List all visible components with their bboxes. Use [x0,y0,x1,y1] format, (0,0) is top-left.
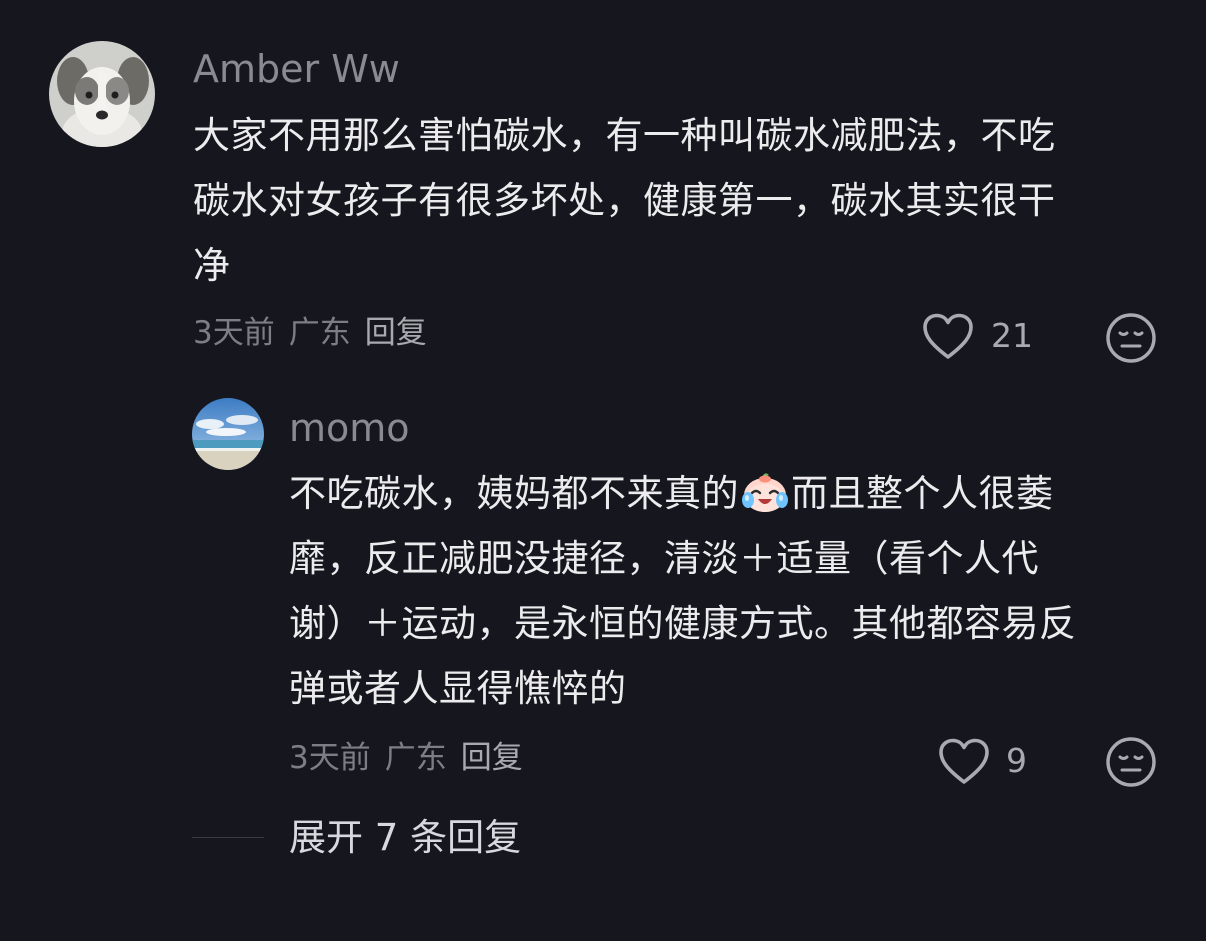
like-count: 21 [991,316,1033,355]
comment-line: 大家不用那么害怕碳水，有一种叫碳水减肥法，不吃 [193,114,1056,157]
comment-meta: 3天前 广东 回复 [193,313,427,353]
meh-face-icon[interactable] [1105,736,1157,788]
timestamp: 3天前 [193,315,275,351]
reply-text: 不吃碳水，姨妈都不来真的 而且整个人很萎 靡，反正减肥没捷径，清淡＋适量（看个人… [289,461,1169,721]
username[interactable]: Amber Ww [193,46,400,92]
dog-avatar-icon [49,41,155,147]
comment-text: 大家不用那么害怕碳水，有一种叫碳水减肥法，不吃 碳水对女孩子有很多坏处，健康第一… [193,103,1163,298]
comment-thread: Amber Ww 大家不用那么害怕碳水，有一种叫碳水减肥法，不吃 碳水对女孩子有… [0,0,1206,941]
location: 广东 [384,740,447,776]
comment-line: 谢）＋运动，是永恒的健康方式。其他都容易反 [289,602,1077,645]
reply-meta: 3天前 广东 回复 [289,738,523,778]
comment-line: 碳水对女孩子有很多坏处，健康第一，碳水其实很干 [193,179,1056,222]
crying-laughing-emoji-icon [742,473,788,512]
location: 广东 [288,315,351,351]
comment-line: 不吃碳水，姨妈都不来真的 而且整个人很萎 [289,461,1169,526]
heart-icon[interactable] [921,312,975,362]
timestamp: 3天前 [289,740,371,776]
heart-icon[interactable] [937,737,991,787]
reply-text-part: 而且整个人很萎 [791,472,1054,515]
username[interactable]: momo [289,405,410,451]
reply-button[interactable]: 回复 [461,740,523,776]
reply-button[interactable]: 回复 [365,315,427,351]
beach-avatar-icon [192,398,264,470]
comment-line: 弹或者人显得憔悴的 [289,667,627,710]
avatar[interactable] [192,398,264,470]
expand-replies-button[interactable]: 展开 7 条回复 [289,815,521,861]
comment-line: 靡，反正减肥没捷径，清淡＋适量（看个人代 [289,537,1039,580]
reply-text-part: 不吃碳水，姨妈都不来真的 [289,472,739,515]
avatar[interactable] [49,41,155,147]
expand-divider [192,837,264,838]
comment-line: 净 [193,244,231,287]
meh-face-icon[interactable] [1105,312,1157,364]
like-count: 9 [1006,741,1027,780]
